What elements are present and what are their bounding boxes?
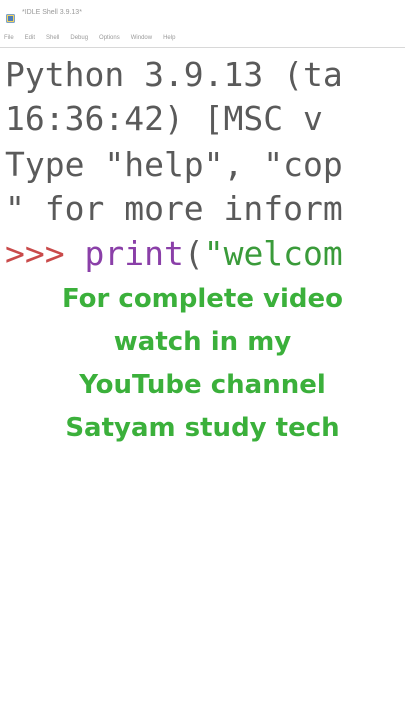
shell-banner-line-4: " for more inform [5, 189, 343, 228]
idle-shell-window: *IDLE Shell 3.9.13* File Edit Shell Debu… [0, 0, 405, 720]
shell-banner-line-3: Type "help", "cop [5, 145, 343, 184]
print-keyword: print [84, 234, 184, 273]
idle-app-icon [6, 10, 15, 23]
shell-input-line[interactable]: >>> print("welcom [5, 231, 343, 276]
promo-line-3: YouTube channel [79, 370, 326, 400]
menu-file[interactable]: File [4, 35, 14, 41]
promo-line-2: watch in my [113, 327, 292, 357]
promo-line-4: Satyam study tech [65, 413, 340, 443]
promo-line-1: For complete video [61, 284, 344, 314]
string-literal: "welcom [203, 234, 343, 273]
open-paren: ( [183, 234, 204, 273]
menu-shell[interactable]: Shell [46, 35, 59, 41]
title-bar: *IDLE Shell 3.9.13* [0, 0, 405, 28]
shell-prompt: >>> [5, 234, 85, 273]
menu-options[interactable]: Options [99, 35, 120, 41]
promo-overlay: For complete video watch in my YouTube c… [0, 278, 405, 450]
shell-banner-line-2: 16:36:42) [MSC v [5, 99, 323, 138]
menu-edit[interactable]: Edit [25, 35, 35, 41]
menu-bar: File Edit Shell Debug Options Window Hel… [0, 28, 405, 48]
window-title: *IDLE Shell 3.9.13* [22, 9, 82, 16]
menu-help[interactable]: Help [163, 35, 175, 41]
menu-window[interactable]: Window [131, 35, 152, 41]
menu-debug[interactable]: Debug [70, 35, 88, 41]
shell-banner-line-1: Python 3.9.13 (ta [5, 55, 343, 94]
